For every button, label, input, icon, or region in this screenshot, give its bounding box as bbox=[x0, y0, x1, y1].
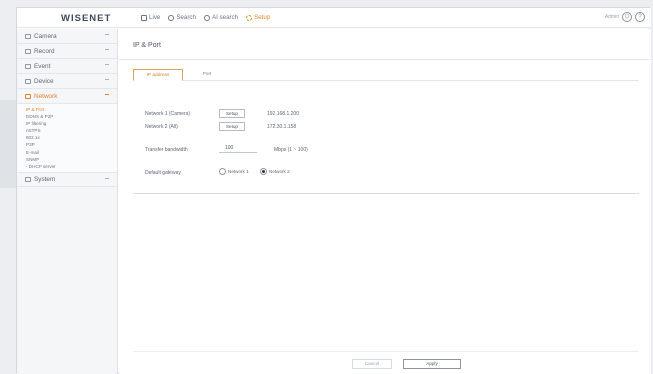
sidebar-item-label: Event bbox=[34, 62, 51, 70]
chevron-icon bbox=[105, 64, 109, 65]
chevron-icon bbox=[105, 94, 109, 95]
gateway-option-label: Network 1 bbox=[228, 169, 249, 174]
logo: WISENET bbox=[61, 13, 112, 24]
sidebar-item-label: Camera bbox=[34, 32, 57, 40]
network2-setup-button[interactable]: Setup bbox=[219, 122, 245, 131]
submenu-ddns-p2p[interactable]: DDNS & P2P bbox=[17, 113, 117, 120]
menu-search-label: Search bbox=[176, 14, 196, 21]
submenu-8021x[interactable]: 802.1x bbox=[17, 134, 117, 141]
user-name: Admin bbox=[604, 14, 619, 20]
gateway-label: Default gateway bbox=[145, 170, 181, 176]
device-icon bbox=[25, 78, 31, 84]
sidebar-item-label: Network bbox=[34, 92, 58, 100]
cancel-button[interactable]: Cancel bbox=[352, 359, 392, 369]
record-icon bbox=[25, 48, 31, 54]
chevron-icon bbox=[105, 177, 109, 179]
radio-off-icon bbox=[219, 168, 226, 175]
main-content: IP & Port IP address Port Network 1 (Cam… bbox=[119, 29, 651, 374]
network1-setup-button[interactable]: Setup bbox=[219, 109, 245, 118]
submenu-p3p[interactable]: P3P bbox=[17, 141, 117, 148]
camera-icon bbox=[25, 33, 31, 39]
title-divider bbox=[119, 59, 651, 60]
network1-ip: 192.168.1.200 bbox=[267, 111, 299, 117]
submenu-ip-filtering[interactable]: IP filtering bbox=[17, 120, 117, 127]
sidebar: Camera Record Event Device Network IP & … bbox=[17, 29, 118, 374]
page-title: IP & Port bbox=[133, 42, 161, 49]
network-submenu: IP & Port DDNS & P2P IP filtering nSTPS … bbox=[17, 104, 117, 172]
menu-ai-search[interactable]: AI search bbox=[203, 14, 239, 21]
section-divider bbox=[133, 193, 639, 194]
bell-icon bbox=[25, 63, 31, 69]
top-menu: Live Search AI search Setup bbox=[141, 14, 278, 21]
sidebar-item-label: Device bbox=[34, 77, 54, 85]
gateway-option-label: Network 2 bbox=[269, 169, 290, 174]
watermark-bar bbox=[0, 100, 16, 188]
network-icon bbox=[25, 93, 31, 99]
gear-icon bbox=[25, 176, 31, 182]
search-icon bbox=[168, 14, 175, 21]
tab-port[interactable]: Port bbox=[195, 69, 219, 81]
sidebar-item-record[interactable]: Record bbox=[17, 44, 117, 59]
footer-divider bbox=[133, 351, 639, 352]
menu-setup[interactable]: Setup bbox=[246, 14, 270, 21]
sidebar-item-camera[interactable]: Camera bbox=[17, 29, 117, 44]
top-bar: WISENET Live Search AI search Setup Admi… bbox=[17, 8, 651, 28]
sidebar-item-label: Record bbox=[34, 47, 55, 55]
top-right-area: Admin ⏻ ? bbox=[605, 12, 645, 22]
bandwidth-unit: Mbps (1 ~ 100) bbox=[274, 147, 308, 153]
gear-icon bbox=[246, 14, 253, 21]
radio-on-icon bbox=[260, 168, 267, 175]
sidebar-item-network[interactable]: Network bbox=[17, 89, 117, 104]
sidebar-item-device[interactable]: Device bbox=[17, 74, 117, 89]
help-icon[interactable]: ? bbox=[635, 12, 645, 22]
monitor-icon bbox=[141, 14, 147, 21]
bandwidth-label: Transfer bandwidth bbox=[145, 147, 188, 153]
sidebar-item-label: System bbox=[34, 175, 56, 183]
sidebar-item-event[interactable]: Event bbox=[17, 59, 117, 74]
bandwidth-input[interactable] bbox=[219, 143, 257, 153]
ai-search-icon bbox=[203, 14, 210, 21]
tab-bar: IP address Port bbox=[133, 69, 639, 81]
chevron-icon bbox=[105, 34, 109, 35]
menu-ai-search-label: AI search bbox=[211, 14, 239, 21]
submenu-snmp[interactable]: SNMP bbox=[17, 156, 117, 163]
menu-search[interactable]: Search bbox=[168, 14, 196, 21]
menu-live-label: Live bbox=[149, 14, 161, 21]
menu-live[interactable]: Live bbox=[141, 14, 160, 21]
app-window: WISENET Live Search AI search Setup Admi… bbox=[16, 7, 651, 374]
chevron-icon bbox=[105, 79, 109, 80]
network2-ip: 172.30.1.158 bbox=[267, 124, 297, 130]
submenu-nstps[interactable]: nSTPS bbox=[17, 127, 117, 134]
tab-ip-address[interactable]: IP address bbox=[133, 69, 183, 81]
chevron-icon bbox=[105, 49, 109, 50]
network2-label: Network 2 (All) bbox=[145, 124, 178, 130]
menu-setup-label: Setup bbox=[254, 14, 271, 21]
submenu-dhcp-server[interactable]: · DHCP server bbox=[17, 163, 117, 170]
sidebar-item-system[interactable]: System bbox=[17, 171, 117, 187]
gateway-radio-network1[interactable]: Network 1 bbox=[219, 168, 249, 175]
network1-label: Network 1 (Camera) bbox=[145, 111, 191, 117]
submenu-email[interactable]: E-mail bbox=[17, 149, 117, 156]
gateway-radio-network2[interactable]: Network 2 bbox=[260, 168, 290, 175]
submenu-ip-port[interactable]: IP & Port bbox=[17, 106, 117, 113]
apply-button[interactable]: Apply bbox=[403, 359, 461, 369]
power-icon[interactable]: ⏻ bbox=[622, 12, 632, 22]
